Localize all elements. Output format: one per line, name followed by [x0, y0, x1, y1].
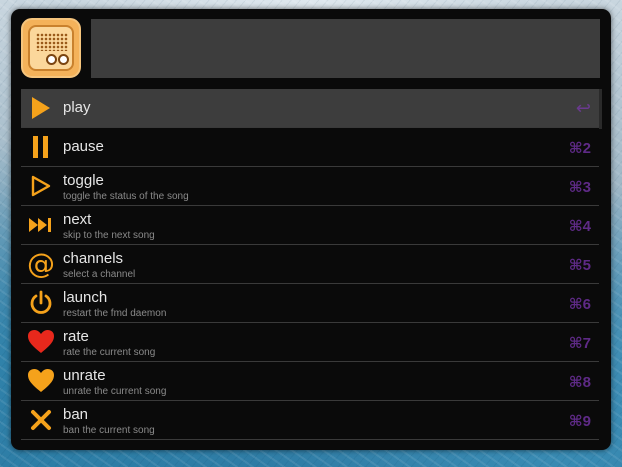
result-item-rate[interactable]: rate rate the current song ⌘7 — [21, 323, 599, 362]
result-item-unrate[interactable]: unrate unrate the current song ⌘8 — [21, 362, 599, 401]
shortcut-label: ⌘2 — [568, 140, 591, 157]
scrollbar[interactable] — [599, 89, 602, 129]
ban-icon — [27, 406, 55, 434]
result-title: play — [63, 99, 91, 116]
launcher-window: play ↩ pause ⌘2 toggle toggle the status… — [11, 9, 611, 450]
result-subtitle: restart the fmd daemon — [63, 308, 167, 319]
result-subtitle: skip to the next song — [63, 230, 155, 241]
result-item-pause[interactable]: pause ⌘2 — [21, 128, 599, 167]
radio-icon — [28, 25, 74, 71]
result-item-next[interactable]: next skip to the next song ⌘4 — [21, 206, 599, 245]
result-subtitle: unrate the current song — [63, 386, 167, 397]
result-title: pause — [63, 138, 104, 155]
next-icon — [27, 211, 55, 239]
at-icon: @ — [27, 247, 55, 280]
shortcut-label: ⌘5 — [568, 257, 591, 274]
play-icon — [27, 94, 55, 122]
power-icon — [27, 289, 55, 317]
heart-orange-icon — [27, 367, 55, 395]
result-title: channels — [63, 250, 124, 267]
results-list: play ↩ pause ⌘2 toggle toggle the status… — [21, 89, 599, 440]
shortcut-label: ⌘9 — [568, 413, 591, 430]
radio-grille — [36, 33, 68, 51]
radio-app-icon — [21, 18, 81, 78]
toggle-icon — [27, 172, 55, 200]
result-title: launch — [63, 289, 108, 306]
result-item-channels[interactable]: @ channels select a channel ⌘5 — [21, 245, 599, 284]
shortcut-label: ⌘8 — [568, 374, 591, 391]
search-input[interactable] — [91, 19, 600, 78]
result-title: rate — [63, 328, 89, 345]
shortcut-label: ⌘6 — [568, 296, 591, 313]
heart-red-icon — [27, 328, 55, 356]
result-title: ban — [63, 406, 89, 423]
radio-knob-left — [46, 54, 57, 65]
result-title: toggle — [63, 172, 104, 189]
result-item-toggle[interactable]: toggle toggle the status of the song ⌘3 — [21, 167, 599, 206]
return-key-shortcut: ↩ — [575, 98, 591, 118]
result-item-play[interactable]: play ↩ — [21, 89, 599, 128]
result-item-launch[interactable]: launch restart the fmd daemon ⌘6 — [21, 284, 599, 323]
shortcut-label: ⌘7 — [568, 335, 591, 352]
result-subtitle: select a channel — [63, 269, 136, 280]
result-subtitle: ban the current song — [63, 425, 155, 436]
result-subtitle: toggle the status of the song — [63, 191, 189, 202]
shortcut-label: ⌘4 — [568, 218, 591, 235]
radio-knob-right — [58, 54, 69, 65]
result-subtitle: rate the current song — [63, 347, 156, 358]
result-title: unrate — [63, 367, 106, 384]
pause-icon — [27, 133, 55, 161]
shortcut-label: ⌘3 — [568, 179, 591, 196]
result-title: next — [63, 211, 92, 228]
result-item-ban[interactable]: ban ban the current song ⌘9 — [21, 401, 599, 440]
